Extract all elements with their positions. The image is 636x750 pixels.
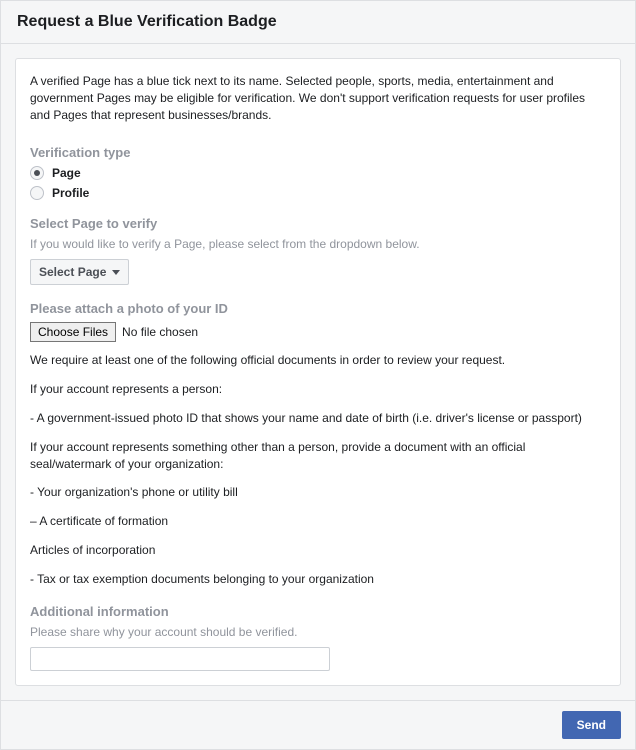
org-lead: If your account represents something oth… [30, 439, 606, 473]
no-file-chosen-text: No file chosen [122, 325, 198, 339]
person-lead: If your account represents a person: [30, 381, 606, 398]
caret-down-icon [112, 268, 120, 276]
dialog-footer: Send [1, 700, 635, 749]
require-intro: We require at least one of the following… [30, 352, 606, 369]
choose-files-button[interactable]: Choose Files [30, 322, 116, 342]
verification-type-label: Verification type [30, 145, 606, 160]
select-page-label: Select Page to verify [30, 216, 606, 231]
intro-text: A verified Page has a blue tick next to … [30, 73, 606, 123]
select-page-dropdown[interactable]: Select Page [30, 259, 129, 285]
org-item-1: - Your organization's phone or utility b… [30, 484, 606, 501]
org-item-3: Articles of incorporation [30, 542, 606, 559]
radio-page-label: Page [52, 166, 81, 180]
org-item-2: – A certificate of formation [30, 513, 606, 530]
dialog-header: Request a Blue Verification Badge [1, 1, 635, 44]
form-card: A verified Page has a blue tick next to … [15, 58, 621, 686]
select-page-hint: If you would like to verify a Page, plea… [30, 237, 606, 251]
send-button[interactable]: Send [562, 711, 621, 739]
select-page-dropdown-label: Select Page [39, 265, 106, 279]
org-item-4: - Tax or tax exemption documents belongi… [30, 571, 606, 588]
additional-info-hint: Please share why your account should be … [30, 625, 606, 639]
radio-profile-input[interactable] [30, 186, 44, 200]
additional-info-label: Additional information [30, 604, 606, 619]
person-item: - A government-issued photo ID that show… [30, 410, 606, 427]
dialog: Request a Blue Verification Badge A veri… [0, 0, 636, 750]
radio-profile-label: Profile [52, 186, 89, 200]
additional-info-input[interactable] [30, 647, 330, 671]
radio-profile[interactable]: Profile [30, 186, 606, 200]
dialog-title: Request a Blue Verification Badge [17, 13, 619, 31]
radio-page[interactable]: Page [30, 166, 606, 180]
radio-page-input[interactable] [30, 166, 44, 180]
file-input-row: Choose Files No file chosen [30, 322, 606, 342]
attach-id-label: Please attach a photo of your ID [30, 301, 606, 316]
